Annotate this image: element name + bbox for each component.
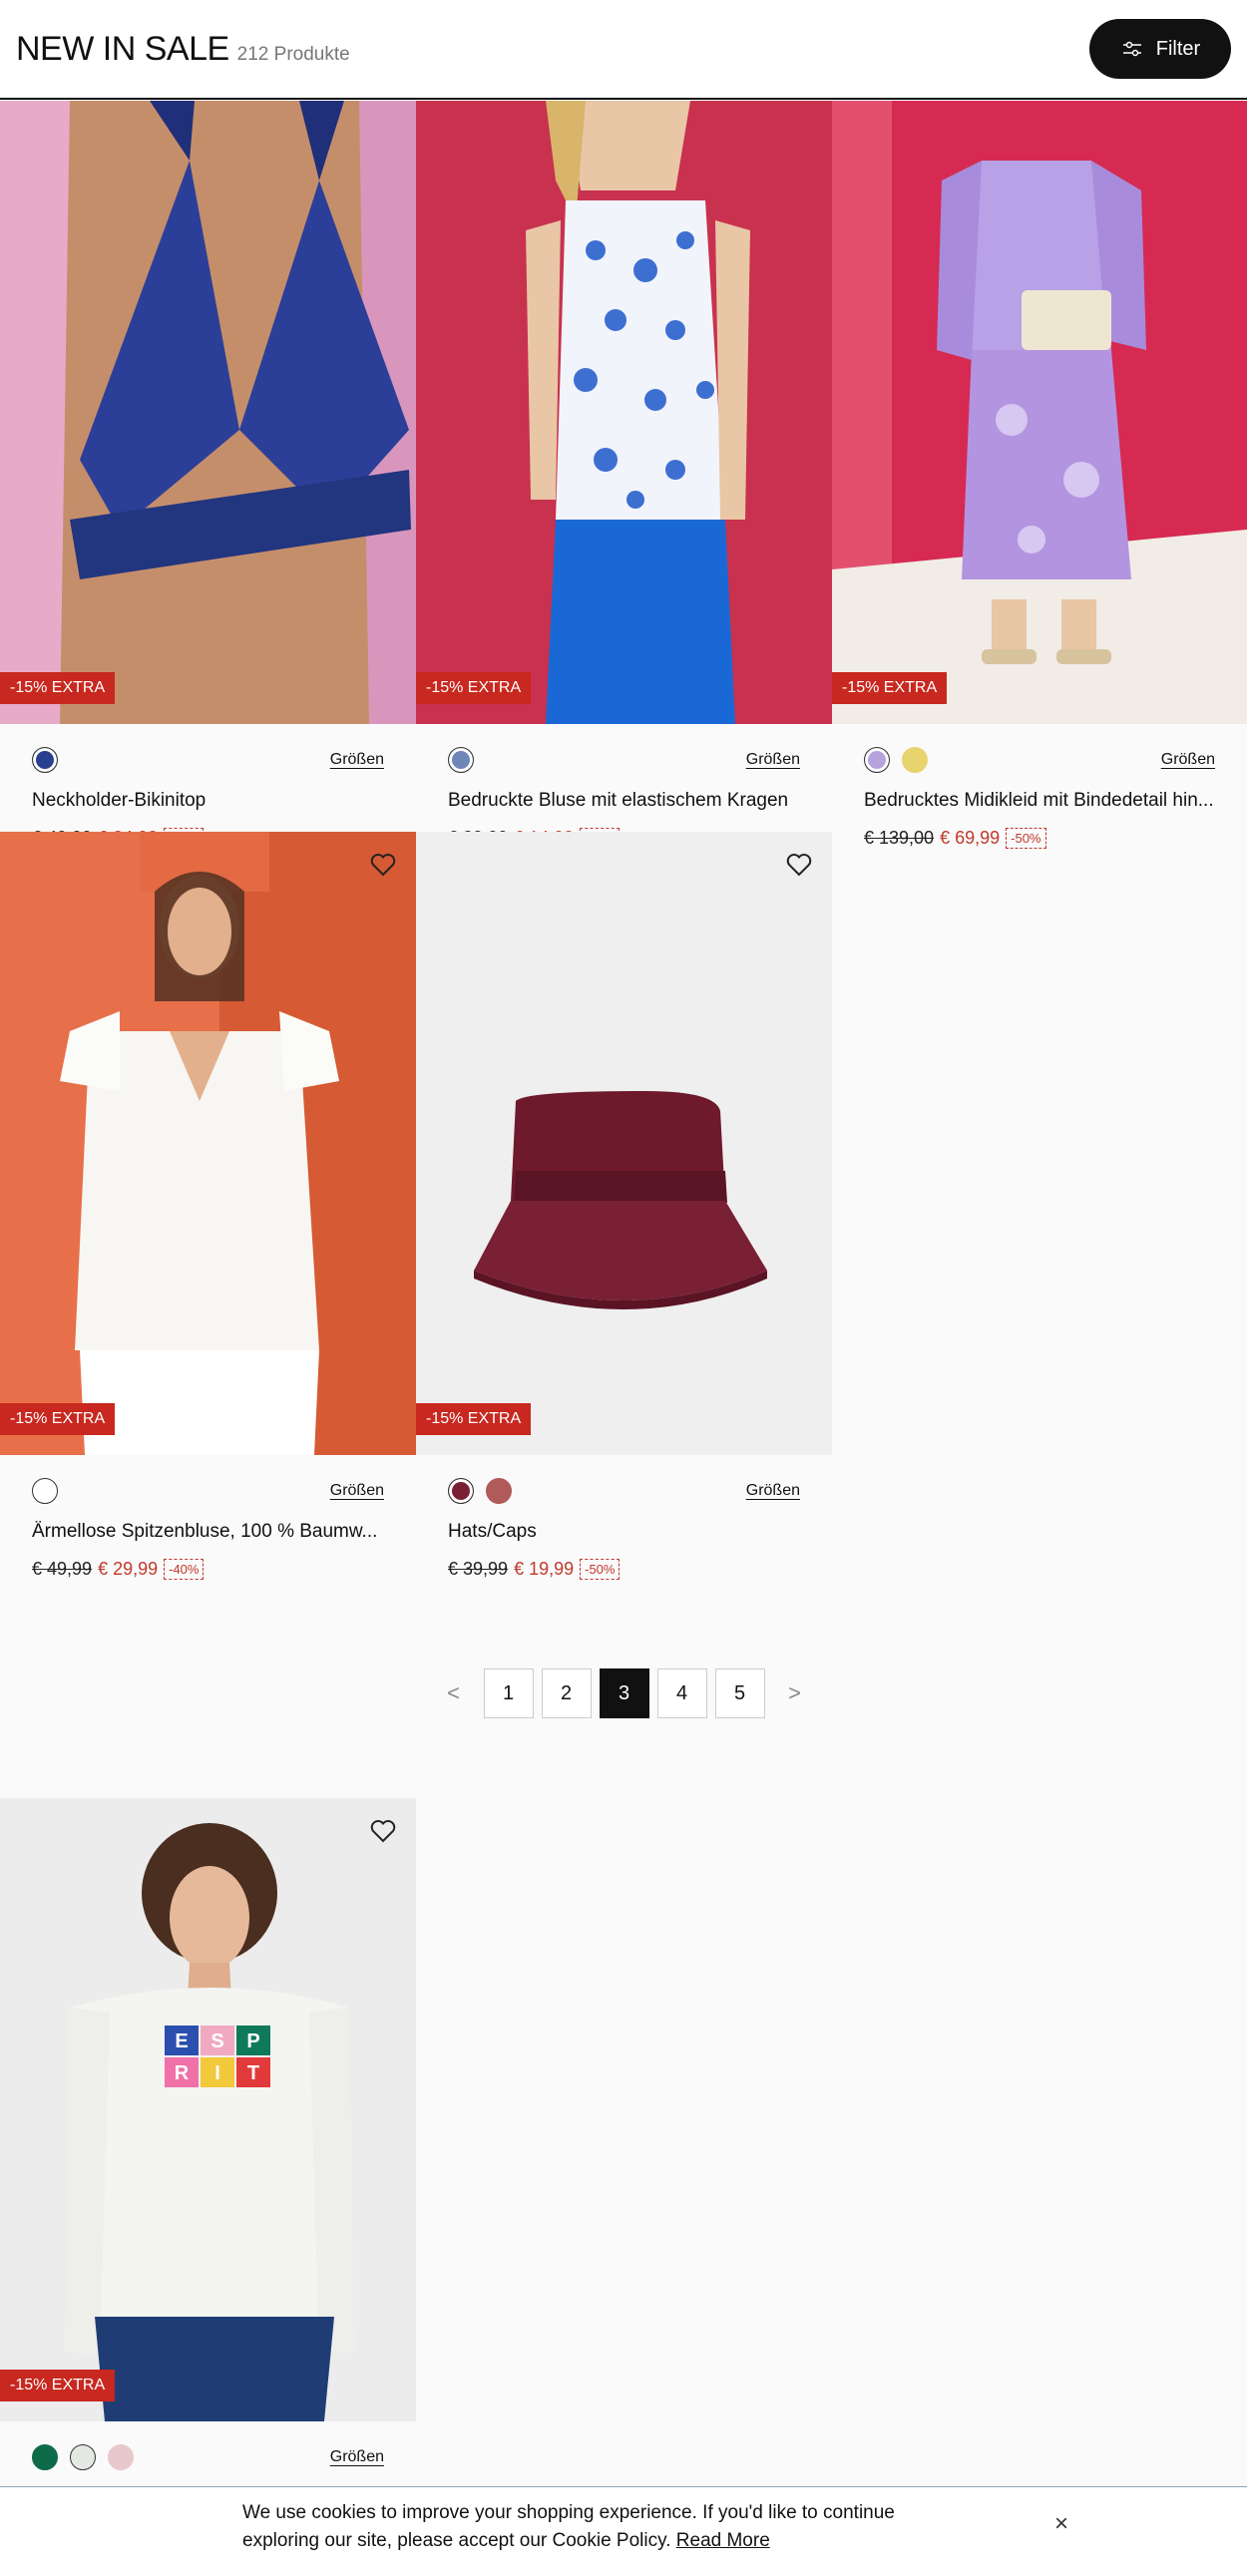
page-4-button[interactable]: 4 — [656, 1668, 707, 1718]
bucket-hat-photo — [416, 832, 832, 1455]
print-letter-r: R — [175, 2062, 190, 2084]
discount-badge: -50% — [580, 1559, 621, 1580]
color-swatch-navy[interactable] — [32, 747, 58, 773]
printed-blouse-photo — [416, 101, 832, 724]
close-icon[interactable]: × — [1049, 2512, 1073, 2536]
title-wrap: NEW IN SALE 212 Produkte — [16, 30, 350, 69]
cookie-text: We use cookies to improve your shopping … — [242, 2502, 895, 2551]
discount-badge: -50% — [1006, 828, 1046, 849]
wishlist-heart-icon[interactable] — [368, 1816, 398, 1846]
logo-hoodie-photo: E S P R I T — [0, 1798, 416, 2421]
sizes-link[interactable]: Größen — [1161, 751, 1215, 769]
product-count: 212 Produkte — [236, 43, 350, 65]
wishlist-heart-icon[interactable] — [368, 850, 398, 880]
product-name[interactable]: Hats/Caps — [448, 1521, 800, 1549]
product-name[interactable]: Bedruckte Bluse mit elastischem Kragen — [448, 790, 800, 818]
product-name[interactable]: Neckholder-Bikinitop — [32, 790, 384, 818]
print-letter-p: P — [246, 2030, 259, 2052]
cookie-message: We use cookies to improve your shopping … — [242, 2499, 941, 2555]
product-name[interactable]: Bedrucktes Midikleid mit Bindedetail hin… — [864, 790, 1215, 818]
next-page-button[interactable]: > — [773, 1680, 817, 1706]
print-letter-i: I — [214, 2062, 220, 2084]
product-card[interactable]: -15% EXTRA Größen Neckholder-Bikinitop €… — [0, 101, 416, 849]
sizes-link[interactable]: Größen — [330, 2448, 384, 2466]
product-image[interactable]: -15% EXTRA — [416, 832, 832, 1455]
filter-button[interactable]: Filter — [1089, 19, 1231, 79]
page-1-button[interactable]: 1 — [483, 1668, 534, 1718]
read-more-link[interactable]: Read More — [676, 2530, 770, 2551]
lace-blouse-photo — [0, 832, 416, 1455]
promo-badge: -15% EXTRA — [832, 672, 948, 704]
wishlist-heart-icon[interactable] — [784, 850, 814, 880]
page-5-button[interactable]: 5 — [714, 1668, 765, 1718]
color-swatch-yellow[interactable] — [902, 747, 928, 773]
product-image[interactable]: E S P R I T -15% EXTRA — [0, 1798, 416, 2421]
promo-badge: -15% EXTRA — [0, 672, 116, 704]
product-image[interactable]: -15% EXTRA — [0, 101, 416, 724]
promo-badge: -15% EXTRA — [0, 1403, 116, 1435]
product-card[interactable]: -15% EXTRA Größen Bedruckte Bluse mit el… — [416, 101, 832, 849]
prev-page-button[interactable]: < — [432, 1680, 476, 1706]
sale-price: € 29,99 — [98, 1559, 159, 1579]
page-3-button[interactable]: 3 — [599, 1668, 649, 1718]
product-card[interactable]: -15% EXTRA Größen Hats/Caps € 39,99 € 19… — [416, 832, 832, 1580]
product-card[interactable]: -15% EXTRA Größen Bedrucktes Midikleid m… — [832, 101, 1247, 849]
sale-price: € 19,99 — [514, 1559, 575, 1579]
color-swatch-green[interactable] — [32, 2444, 58, 2470]
color-swatch-blue-print[interactable] — [448, 747, 474, 773]
discount-badge: -40% — [164, 1559, 205, 1580]
sizes-link[interactable]: Größen — [746, 1482, 800, 1500]
sale-price: € 69,99 — [940, 828, 1001, 848]
midi-dress-photo — [832, 101, 1247, 724]
print-letter-s: S — [210, 2030, 223, 2052]
page-header: NEW IN SALE 212 Produkte Filter — [0, 0, 1247, 100]
page-2-button[interactable]: 2 — [541, 1668, 592, 1718]
sizes-link[interactable]: Größen — [330, 751, 384, 769]
color-swatch-offwhite[interactable] — [70, 2444, 96, 2470]
color-swatch-lilac[interactable] — [864, 747, 890, 773]
original-price: € 49,99 — [32, 1559, 93, 1579]
pagination: < 1 2 3 4 5 > — [416, 1667, 832, 1719]
filter-sliders-icon — [1122, 41, 1141, 57]
product-image[interactable]: -15% EXTRA — [832, 101, 1247, 724]
product-name[interactable]: Ärmellose Spitzenbluse, 100 % Baumw... — [32, 1521, 384, 1549]
product-card[interactable]: E S P R I T -15% EXTRA Größen — [0, 1798, 416, 2473]
product-image[interactable]: -15% EXTRA — [416, 101, 832, 724]
product-image[interactable]: -15% EXTRA — [0, 832, 416, 1455]
page-title: NEW IN SALE — [16, 29, 229, 68]
print-letter-e: E — [175, 2030, 188, 2052]
promo-badge: -15% EXTRA — [0, 2370, 116, 2401]
bikini-top-photo — [0, 101, 416, 724]
promo-badge: -15% EXTRA — [416, 672, 532, 704]
filter-label: Filter — [1155, 37, 1201, 60]
color-swatch-burgundy[interactable] — [448, 1478, 474, 1504]
color-swatch-pink[interactable] — [108, 2444, 134, 2470]
color-swatch-rose[interactable] — [486, 1478, 512, 1504]
original-price: € 139,00 — [864, 828, 935, 848]
color-swatch-white[interactable] — [32, 1478, 58, 1504]
sizes-link[interactable]: Größen — [330, 1482, 384, 1500]
promo-badge: -15% EXTRA — [416, 1403, 532, 1435]
print-letter-t: T — [247, 2062, 259, 2084]
original-price: € 39,99 — [448, 1559, 509, 1579]
sizes-link[interactable]: Größen — [746, 751, 800, 769]
cookie-banner: We use cookies to improve your shopping … — [0, 2486, 1247, 2576]
product-card[interactable]: -15% EXTRA Größen Ärmellose Spitzenbluse… — [0, 832, 416, 1580]
